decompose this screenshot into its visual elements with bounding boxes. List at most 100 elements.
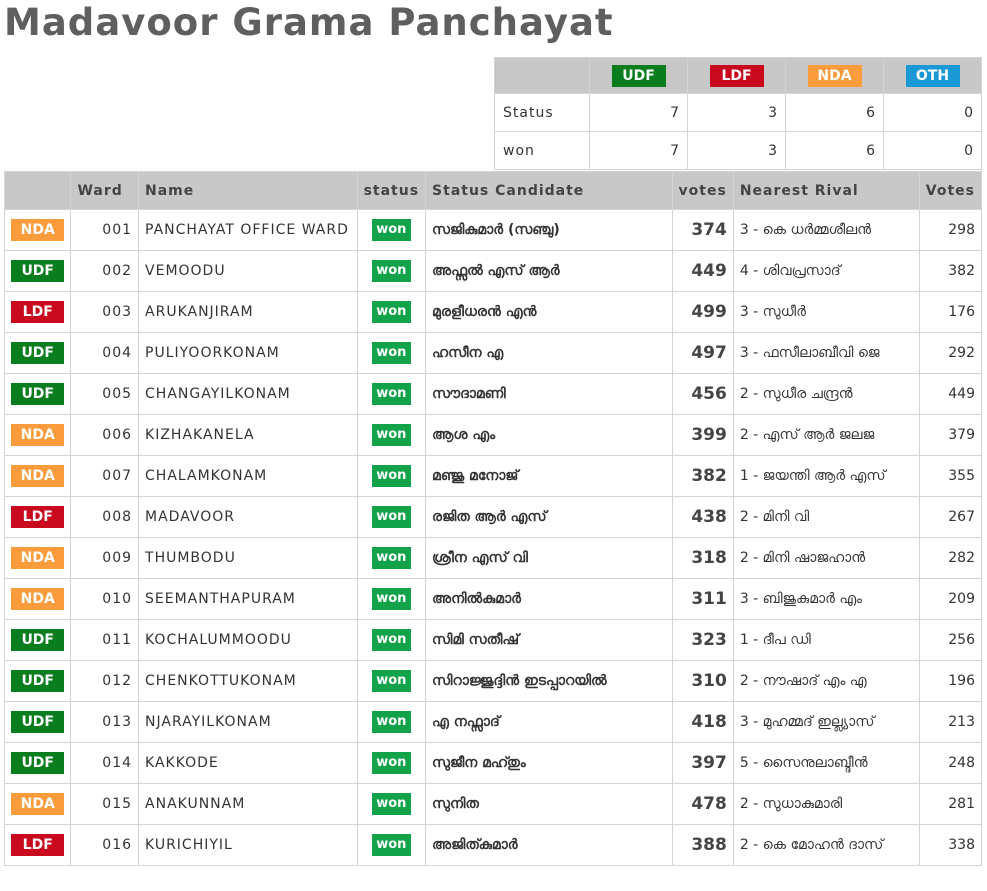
nearest-rival: 2 - എസ് ആർ ജലജ — [732, 414, 920, 456]
status-badge: won — [371, 424, 411, 446]
party-cell: UDF — [3, 742, 72, 784]
status-badge: won — [371, 301, 411, 323]
rival-votes: 176 — [918, 291, 983, 333]
summary-row-won: won 7 3 6 0 — [494, 131, 982, 170]
nearest-rival: 3 - മുഹമ്മദ് ഇല്ല്യാസ് — [732, 701, 920, 743]
summary-party-header: UDF — [589, 57, 688, 94]
header-status: status — [356, 171, 427, 210]
status-badge: won — [371, 711, 411, 733]
status-cell: won — [356, 783, 427, 825]
results-header-row: Ward Name status Status Candidate votes … — [3, 171, 983, 210]
header-name: Name — [138, 171, 358, 210]
table-row: UDF 005 CHANGAYILKONAM won സൗദാമണി 456 2 - സുധ… — [3, 373, 983, 415]
header-votes: votes — [671, 171, 734, 210]
table-row: NDA 015 ANAKUNNAM won സുനിത 478 2 - സുധാകുമാരി… — [3, 783, 983, 825]
candidate-votes: 388 — [671, 824, 734, 866]
rival-votes: 213 — [918, 701, 983, 743]
nearest-rival: 5 - സൈനുലാബ്ദീൻ — [732, 742, 920, 784]
winning-candidate: സുജീന മഹ്തും — [425, 742, 673, 784]
table-row: UDF 013 NJARAYILKONAM won എ നഫ്സാദ് 418 3 - മു… — [3, 701, 983, 743]
status-cell: won — [356, 455, 427, 497]
status-cell: won — [356, 578, 427, 620]
ward-name: PULIYOORKONAM — [138, 332, 358, 374]
ward-number: 005 — [70, 373, 140, 415]
header-rival: Nearest Rival — [732, 171, 920, 210]
party-cell: NDA — [3, 783, 72, 825]
candidate-votes: 399 — [671, 414, 734, 456]
status-cell: won — [356, 291, 427, 333]
rival-votes: 267 — [918, 496, 983, 538]
summary-count-ldf: 3 — [687, 131, 786, 170]
ward-number: 015 — [70, 783, 140, 825]
party-badge: UDF — [11, 342, 65, 364]
summary-count-ldf: 3 — [687, 93, 786, 132]
summary-row-label: Status — [494, 93, 590, 132]
ward-name: KOCHALUMMOODU — [138, 619, 358, 661]
results-body: NDA 001 PANCHAYAT OFFICE WARD won സജികുമാർ (… — [3, 209, 983, 866]
rival-votes: 355 — [918, 455, 983, 497]
party-badge-oth: OTH — [905, 64, 960, 87]
party-cell: UDF — [3, 250, 72, 292]
ward-name: SEEMANTHAPURAM — [138, 578, 358, 620]
ward-number: 007 — [70, 455, 140, 497]
status-cell: won — [356, 209, 427, 251]
party-badge: NDA — [11, 219, 65, 241]
nearest-rival: 3 - സുധീർ — [732, 291, 920, 333]
status-cell: won — [356, 537, 427, 579]
nearest-rival: 3 - ഫസീലാബീവി ജെ — [732, 332, 920, 374]
rival-votes: 196 — [918, 660, 983, 702]
ward-name: CHANGAYILKONAM — [138, 373, 358, 415]
ward-results-table: Ward Name status Status Candidate votes … — [3, 171, 983, 866]
party-badge: NDA — [11, 793, 65, 815]
nearest-rival: 4 - ശിവപ്രസാദ് — [732, 250, 920, 292]
summary-row-label: won — [494, 131, 590, 170]
party-badge-udf: UDF — [611, 64, 666, 87]
rival-votes: 379 — [918, 414, 983, 456]
header-candidate: Status Candidate — [425, 171, 673, 210]
table-row: UDF 004 PULIYOORKONAM won ഹസീന എ 497 3 - ഫസീലാ… — [3, 332, 983, 374]
party-badge: NDA — [11, 588, 65, 610]
status-cell: won — [356, 332, 427, 374]
party-badge: UDF — [11, 260, 65, 282]
candidate-votes: 456 — [671, 373, 734, 415]
status-cell: won — [356, 414, 427, 456]
party-badge: LDF — [11, 301, 65, 323]
winning-candidate: രജിത ആർ എസ് — [425, 496, 673, 538]
party-cell: NDA — [3, 537, 72, 579]
winning-candidate: മുരളീധരൻ എൻ — [425, 291, 673, 333]
table-row: NDA 010 SEEMANTHAPURAM won അനിൽകുമാർ 311 3 - ബ… — [3, 578, 983, 620]
table-row: UDF 002 VEMOODU won അഫ്സൽ എസ് ആർ 449 4 - ശിവപ്… — [3, 250, 983, 292]
candidate-votes: 323 — [671, 619, 734, 661]
ward-number: 004 — [70, 332, 140, 374]
winning-candidate: മഞ്ജു മനോജ് — [425, 455, 673, 497]
party-cell: NDA — [3, 578, 72, 620]
party-badge-nda: NDA — [807, 64, 862, 87]
status-cell: won — [356, 496, 427, 538]
ward-number: 011 — [70, 619, 140, 661]
rival-votes: 281 — [918, 783, 983, 825]
ward-number: 002 — [70, 250, 140, 292]
summary-corner-cell — [494, 57, 590, 94]
ward-name: THUMBODU — [138, 537, 358, 579]
nearest-rival: 2 - നൗഷാദ് എം എ — [732, 660, 920, 702]
party-summary-table: UDF LDF NDA OTH Status 7 3 6 0 won 7 3 6… — [494, 57, 982, 170]
status-cell: won — [356, 619, 427, 661]
party-badge: LDF — [11, 834, 65, 856]
ward-number: 012 — [70, 660, 140, 702]
summary-count-oth: 0 — [883, 93, 982, 132]
status-badge: won — [371, 260, 411, 282]
ward-number: 003 — [70, 291, 140, 333]
nearest-rival: 2 - മിനി വി — [732, 496, 920, 538]
party-badge-ldf: LDF — [709, 64, 764, 87]
winning-candidate: സിമി സതീഷ് — [425, 619, 673, 661]
party-cell: NDA — [3, 209, 72, 251]
candidate-votes: 310 — [671, 660, 734, 702]
candidate-votes: 397 — [671, 742, 734, 784]
summary-party-header: OTH — [883, 57, 982, 94]
winning-candidate: സൗദാമണി — [425, 373, 673, 415]
ward-name: CHALAMKONAM — [138, 455, 358, 497]
ward-name: CHENKOTTUKONAM — [138, 660, 358, 702]
ward-name: ARUKANJIRAM — [138, 291, 358, 333]
candidate-votes: 311 — [671, 578, 734, 620]
rival-votes: 282 — [918, 537, 983, 579]
